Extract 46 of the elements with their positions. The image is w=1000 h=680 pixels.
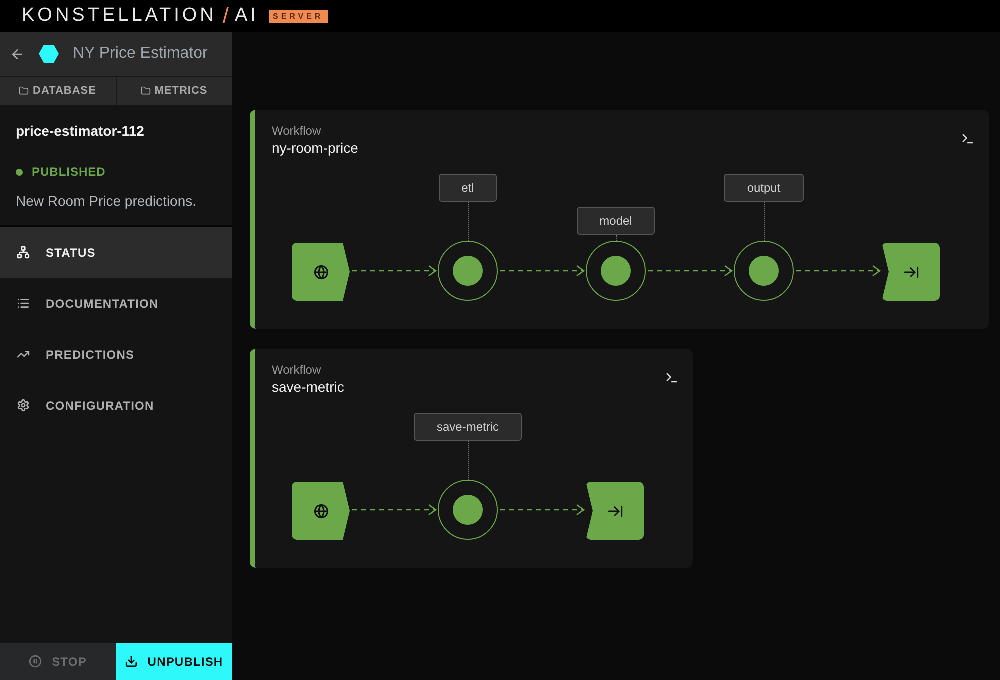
nav-item[interactable]: STATUS	[0, 227, 232, 278]
nav-item[interactable]: PREDICTIONS	[0, 329, 232, 380]
trend-icon	[17, 348, 30, 361]
workflow-label: Workflow	[272, 363, 322, 377]
globe-icon	[314, 264, 328, 280]
process-node[interactable]	[438, 241, 498, 301]
workflow-label: Workflow	[272, 124, 322, 138]
hexagon-icon	[39, 45, 59, 63]
folder-icon	[140, 86, 151, 96]
settings-icon	[17, 399, 30, 412]
project-title: NY Price Estimator	[73, 45, 208, 63]
input-node[interactable]	[292, 482, 350, 540]
download-icon	[124, 655, 138, 668]
nav-item[interactable]: CONFIGURATION	[0, 380, 232, 431]
network-icon	[17, 246, 30, 259]
server-badge: SERVER	[268, 10, 328, 22]
logo-slash: /	[222, 3, 230, 29]
version-description: New Room Price predictions.	[16, 193, 198, 209]
status-text: PUBLISHED	[32, 165, 106, 179]
process-node[interactable]	[586, 241, 646, 301]
node-label: save-metric	[414, 413, 522, 441]
logo-text: KONSTELLATION	[22, 5, 217, 27]
folder-icon	[19, 86, 29, 96]
workflow-name: save-metric	[272, 379, 346, 395]
status-dot	[16, 168, 23, 176]
globe-icon	[314, 504, 328, 518]
terminal-icon[interactable]	[665, 371, 679, 385]
process-node[interactable]	[734, 241, 794, 301]
workflow-name: ny-room-price	[272, 140, 360, 156]
input-node[interactable]	[292, 243, 350, 301]
unpublish-button[interactable]: UNPUBLISH	[116, 643, 232, 680]
terminal-icon[interactable]	[961, 132, 975, 146]
project-tab[interactable]: METRICS	[116, 77, 232, 105]
node-label: output	[724, 174, 804, 202]
output-node[interactable]	[586, 482, 644, 540]
node-label: model	[576, 207, 656, 235]
nav-item[interactable]: DOCUMENTATION	[0, 278, 232, 329]
version-name: price-estimator-112	[16, 123, 146, 139]
output-node[interactable]	[882, 243, 940, 301]
logo-suffix: AI	[235, 5, 259, 27]
node-label: etl	[438, 174, 498, 202]
list-icon	[17, 297, 30, 310]
pause-icon	[29, 655, 42, 668]
back-icon[interactable]	[10, 46, 25, 62]
project-tab[interactable]: DATABASE	[0, 77, 116, 105]
process-node[interactable]	[438, 480, 498, 540]
